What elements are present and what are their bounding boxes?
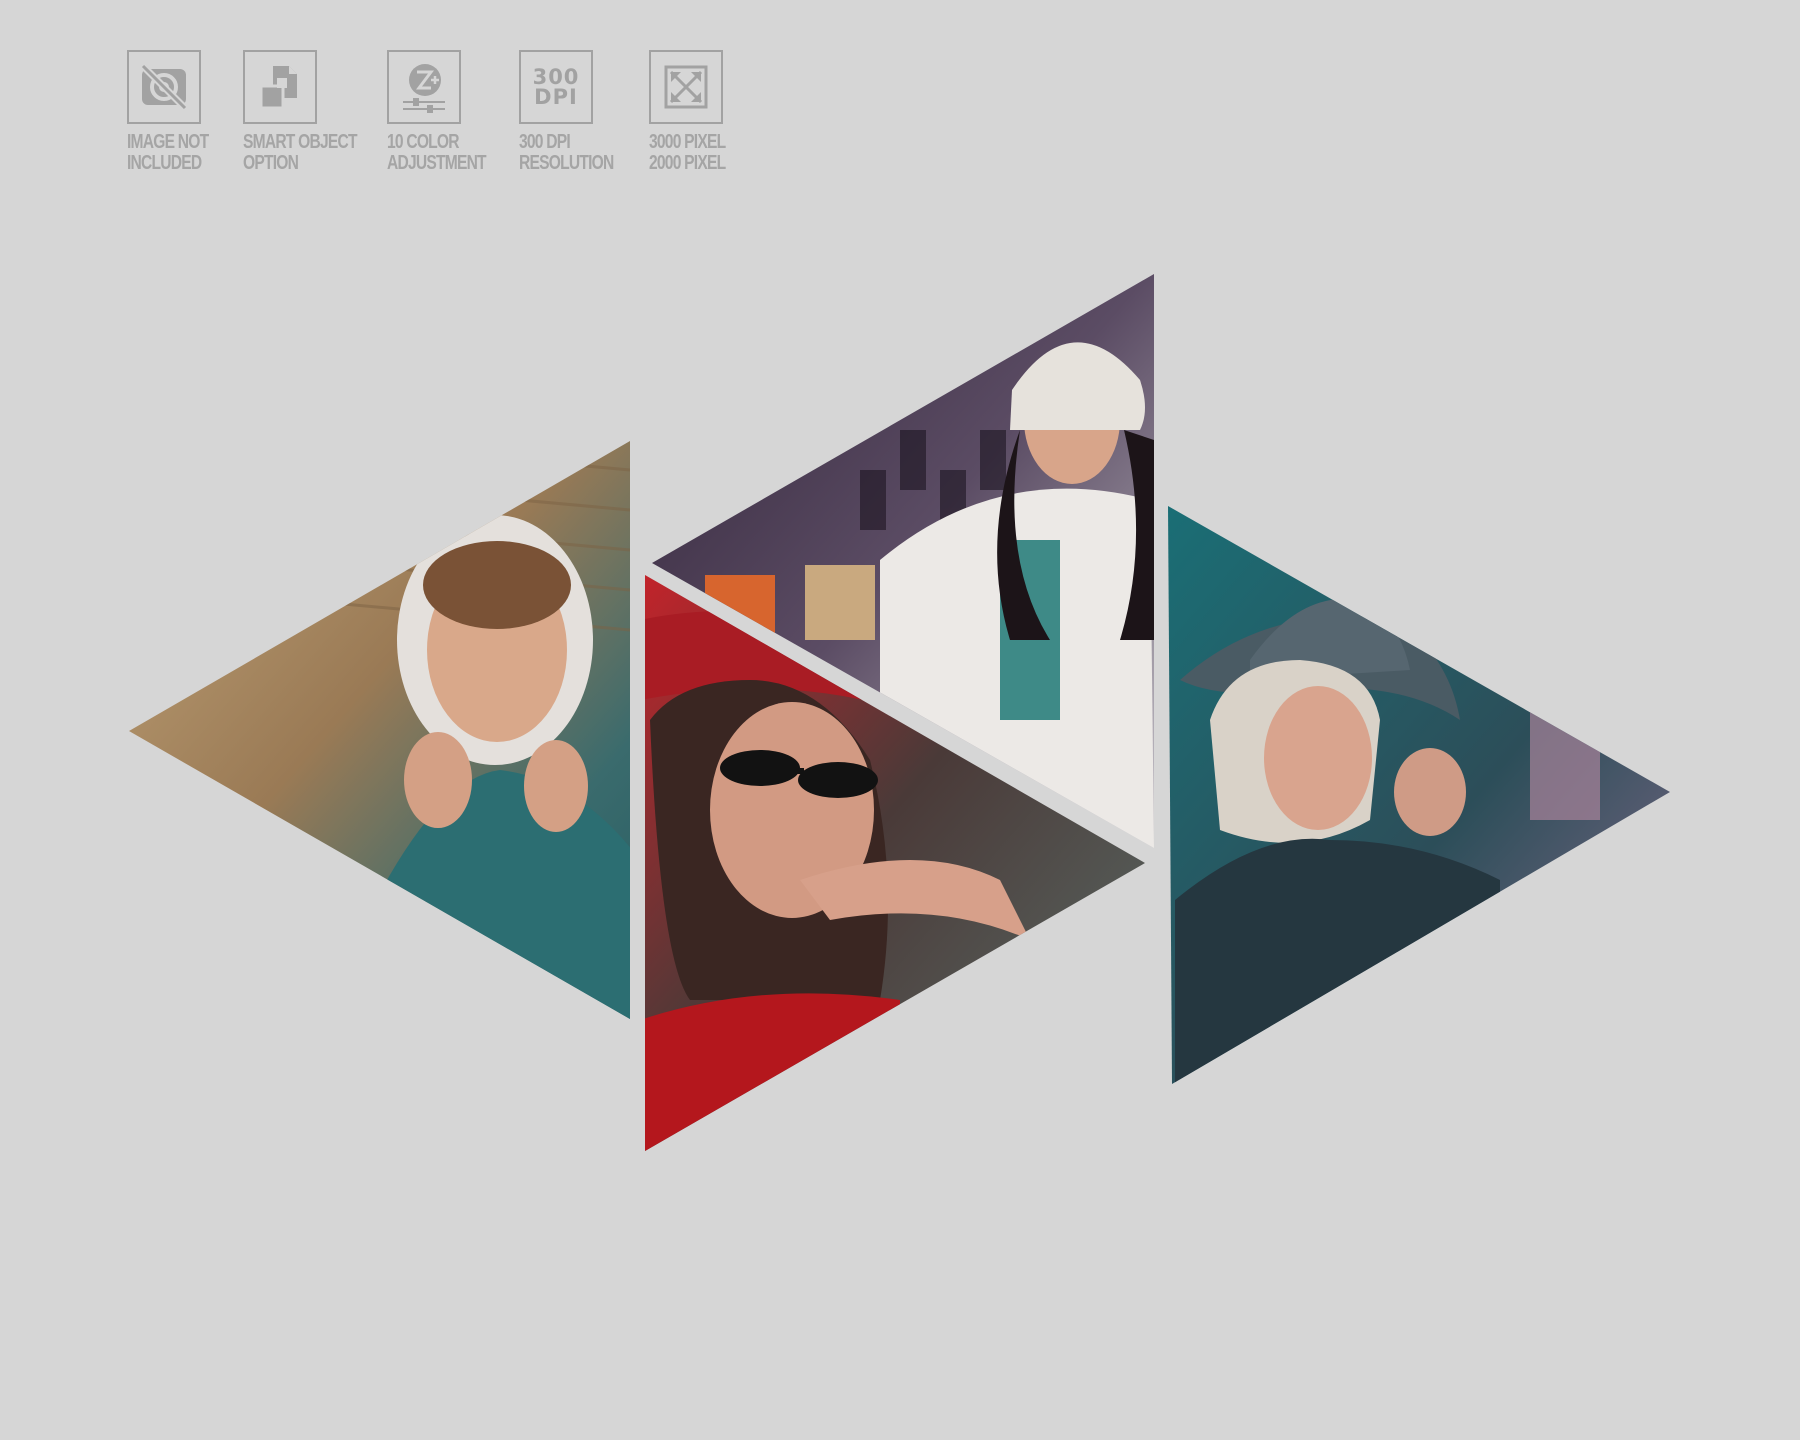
photo-woman-grey-hat: [1168, 506, 1670, 1084]
triangle-collage: [129, 274, 1670, 1151]
photo-woman-headscarf: [129, 441, 630, 1019]
